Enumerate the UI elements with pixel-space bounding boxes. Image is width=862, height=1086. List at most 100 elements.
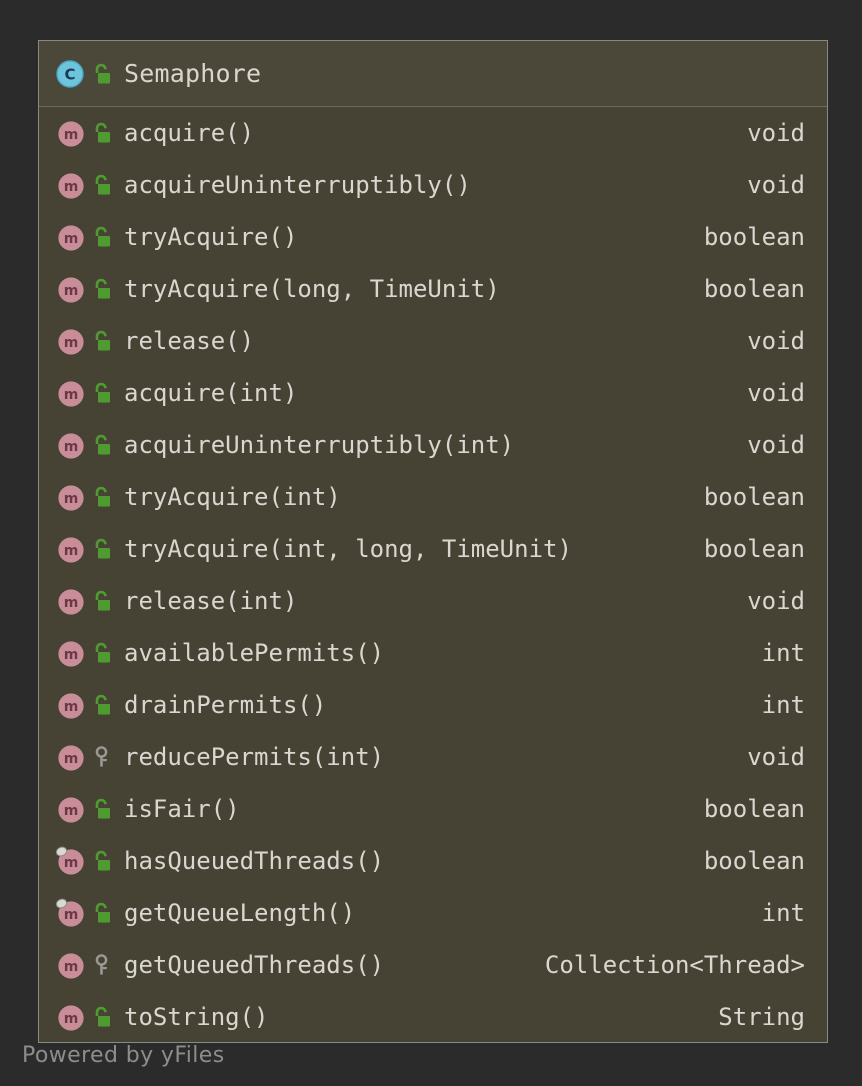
method-icon: m (55, 170, 85, 200)
svg-text:m: m (64, 335, 79, 351)
public-unlocked-padlock-icon (90, 61, 114, 87)
member-return-type-label: int (761, 899, 805, 927)
method-icon: m (55, 846, 85, 876)
svg-text:m: m (64, 803, 79, 819)
public-unlocked-padlock-icon (90, 172, 114, 198)
class-name-label: Semaphore (124, 59, 262, 88)
svg-text:m: m (64, 855, 79, 871)
method-icon: m (55, 430, 85, 460)
public-unlocked-padlock-icon (90, 692, 114, 718)
member-return-type-label: boolean (703, 483, 805, 511)
member-row[interactable]: m availablePermits() int (39, 627, 827, 679)
svg-text:m: m (64, 439, 79, 455)
svg-text:m: m (64, 699, 79, 715)
svg-text:m: m (64, 907, 79, 923)
method-icon: m (55, 222, 85, 252)
public-unlocked-padlock-icon (90, 120, 114, 146)
member-row[interactable]: m tryAcquire() boolean (39, 211, 827, 263)
member-row[interactable]: m acquire() void (39, 107, 827, 159)
public-unlocked-padlock-icon (90, 432, 114, 458)
svg-text:C: C (64, 65, 75, 83)
svg-text:m: m (64, 647, 79, 663)
member-signature-label: isFair() (124, 795, 240, 823)
member-row[interactable]: m tryAcquire(int) boolean (39, 471, 827, 523)
method-icon: m (55, 482, 85, 512)
member-return-type-label: void (747, 119, 805, 147)
member-signature-label: reducePermits(int) (124, 743, 385, 771)
member-return-type-label: int (761, 639, 805, 667)
member-signature-label: tryAcquire() (124, 223, 298, 251)
member-signature-label: tryAcquire(long, TimeUnit) (124, 275, 500, 303)
public-unlocked-padlock-icon (90, 1004, 114, 1030)
member-row[interactable]: m release(int) void (39, 575, 827, 627)
member-row[interactable]: m isFair() boolean (39, 783, 827, 835)
member-return-type-label: void (747, 743, 805, 771)
member-signature-label: tryAcquire(int) (124, 483, 341, 511)
member-row[interactable]: m hasQueuedThreads() boolean (39, 835, 827, 887)
svg-text:m: m (64, 751, 79, 767)
method-icon: m (55, 586, 85, 616)
public-unlocked-padlock-icon (90, 276, 114, 302)
public-unlocked-padlock-icon (90, 380, 114, 406)
member-signature-label: acquire() (124, 119, 255, 147)
member-row[interactable]: m getQueuedThreads() Collection<Thread> (39, 939, 827, 991)
member-return-type-label: String (718, 1003, 805, 1031)
protected-key-icon (90, 744, 114, 770)
member-return-type-label: boolean (703, 847, 805, 875)
member-row[interactable]: m toString() String (39, 991, 827, 1042)
svg-text:m: m (64, 179, 79, 195)
member-return-type-label: boolean (703, 223, 805, 251)
public-unlocked-padlock-icon (90, 484, 114, 510)
protected-key-icon (90, 952, 114, 978)
member-row[interactable]: m acquire(int) void (39, 367, 827, 419)
class-header[interactable]: C Semaphore (39, 41, 827, 107)
method-icon: m (55, 534, 85, 564)
member-row[interactable]: m acquireUninterruptibly(int) void (39, 419, 827, 471)
svg-text:m: m (64, 491, 79, 507)
member-return-type-label: void (747, 327, 805, 355)
member-signature-label: release() (124, 327, 255, 355)
member-row[interactable]: m drainPermits() int (39, 679, 827, 731)
class-icon: C (55, 59, 85, 89)
public-unlocked-padlock-icon (90, 848, 114, 874)
method-icon: m (55, 950, 85, 980)
member-list: m acquire() void m acquireUninterruptibly() v… (39, 107, 827, 1042)
method-icon: m (55, 274, 85, 304)
member-signature-label: acquireUninterruptibly(int) (124, 431, 515, 459)
member-row[interactable]: m tryAcquire(long, TimeUnit) boolean (39, 263, 827, 315)
member-row[interactable]: m getQueueLength() int (39, 887, 827, 939)
member-row[interactable]: m release() void (39, 315, 827, 367)
member-return-type-label: int (761, 691, 805, 719)
member-row[interactable]: m reducePermits(int) void (39, 731, 827, 783)
member-signature-label: release(int) (124, 587, 298, 615)
svg-text:m: m (64, 543, 79, 559)
member-signature-label: acquireUninterruptibly() (124, 171, 471, 199)
member-row[interactable]: m acquireUninterruptibly() void (39, 159, 827, 211)
member-return-type-label: void (747, 171, 805, 199)
member-signature-label: toString() (124, 1003, 269, 1031)
svg-text:m: m (64, 959, 79, 975)
method-icon: m (55, 742, 85, 772)
public-unlocked-padlock-icon (90, 224, 114, 250)
public-unlocked-padlock-icon (90, 536, 114, 562)
member-signature-label: availablePermits() (124, 639, 385, 667)
member-row[interactable]: m tryAcquire(int, long, TimeUnit) boolean (39, 523, 827, 575)
public-unlocked-padlock-icon (90, 588, 114, 614)
member-signature-label: hasQueuedThreads() (124, 847, 385, 875)
method-icon: m (55, 378, 85, 408)
svg-text:m: m (64, 127, 79, 143)
member-return-type-label: void (747, 587, 805, 615)
member-return-type-label: boolean (703, 795, 805, 823)
member-return-type-label: void (747, 379, 805, 407)
yfiles-watermark: Powered by yFiles (22, 1043, 225, 1068)
uml-class-node[interactable]: C Semaphore m acquire() void m acquireUninte… (38, 40, 828, 1043)
member-signature-label: getQueuedThreads() (124, 951, 385, 979)
member-return-type-label: Collection<Thread> (544, 951, 805, 979)
method-icon: m (55, 690, 85, 720)
method-icon: m (55, 898, 85, 928)
svg-text:m: m (64, 595, 79, 611)
member-return-type-label: boolean (703, 535, 805, 563)
public-unlocked-padlock-icon (90, 640, 114, 666)
method-icon: m (55, 118, 85, 148)
svg-text:m: m (64, 283, 79, 299)
